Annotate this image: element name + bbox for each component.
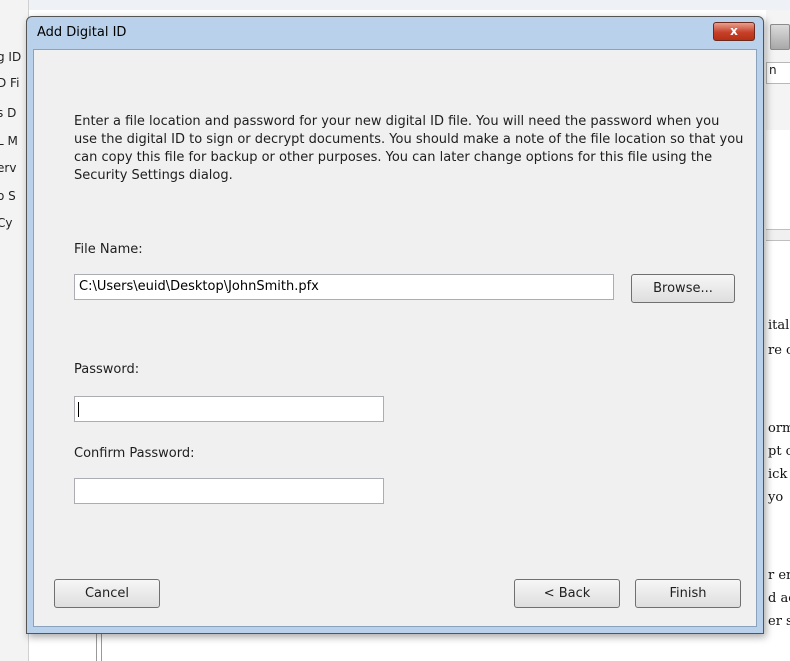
password-input[interactable] bbox=[74, 396, 384, 422]
background-left-item: g ID bbox=[0, 50, 22, 64]
background-left-item: erv bbox=[0, 161, 17, 175]
background-left-item: o S bbox=[0, 189, 16, 203]
background-splitter bbox=[96, 633, 102, 661]
instructions-text: Enter a file location and password for y… bbox=[74, 114, 744, 183]
dialog-titlebar[interactable]: Add Digital ID x bbox=[27, 17, 763, 47]
browse-button[interactable]: Browse... bbox=[631, 274, 735, 303]
background-window-top bbox=[28, 0, 790, 10]
back-button[interactable]: < Back bbox=[514, 579, 620, 608]
dialog-content: Enter a file location and password for y… bbox=[33, 49, 757, 627]
background-left-item: Cy bbox=[0, 216, 13, 230]
finish-button[interactable]: Finish bbox=[635, 579, 741, 608]
trash-icon bbox=[770, 24, 790, 50]
background-doc-line: pt c bbox=[768, 444, 790, 459]
background-left-item: s D bbox=[0, 106, 17, 120]
password-label: Password: bbox=[74, 362, 140, 377]
file-name-input[interactable]: C:\Users\euid\Desktop\JohnSmith.pfx bbox=[74, 274, 614, 300]
cancel-button[interactable]: Cancel bbox=[54, 579, 160, 608]
background-doc-line: yo bbox=[768, 490, 784, 505]
background-doc-line: orm bbox=[768, 421, 790, 436]
close-button[interactable]: x bbox=[713, 22, 755, 41]
confirm-password-label: Confirm Password: bbox=[74, 446, 195, 461]
close-icon: x bbox=[730, 24, 738, 38]
background-left-item: D Fi bbox=[0, 76, 20, 90]
background-divider bbox=[766, 229, 790, 241]
background-right-field: n bbox=[766, 62, 790, 84]
file-name-label: File Name: bbox=[74, 242, 143, 257]
add-digital-id-dialog: Add Digital ID x Enter a file location a… bbox=[26, 16, 764, 634]
confirm-password-input[interactable] bbox=[74, 478, 384, 504]
background-left-panel: g ID D Fi s D L M erv o S Cy bbox=[0, 0, 29, 661]
dialog-title: Add Digital ID bbox=[37, 25, 127, 40]
background-doc-line: r en bbox=[768, 568, 790, 583]
background-doc-line: er s bbox=[768, 614, 790, 629]
background-left-item: L M bbox=[0, 134, 18, 148]
background-doc-line: d ac bbox=[768, 591, 790, 606]
background-doc-line: re c bbox=[768, 343, 790, 358]
background-doc-line: ital bbox=[768, 318, 790, 333]
background-doc-line: ick bbox=[768, 467, 788, 482]
